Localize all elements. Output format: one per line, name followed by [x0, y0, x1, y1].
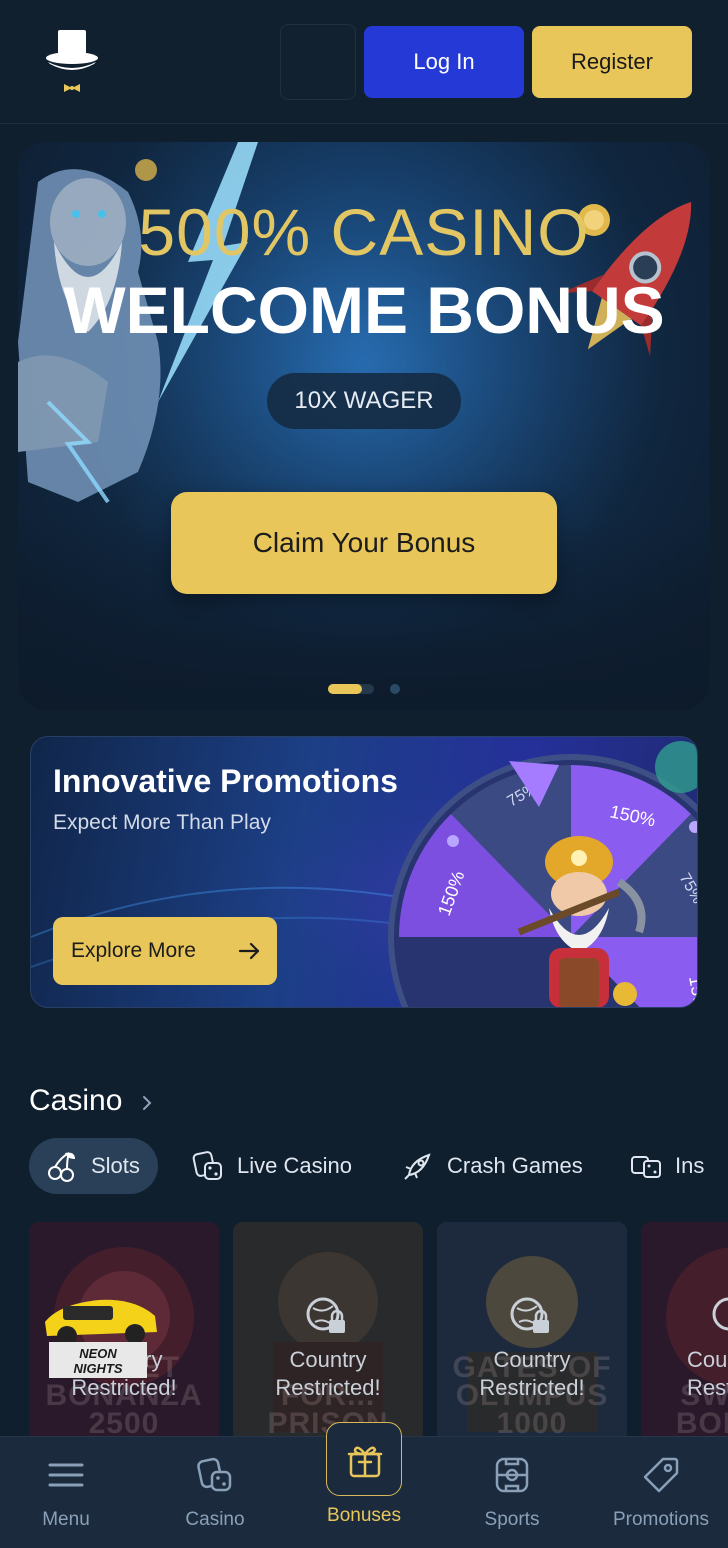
tab-instant[interactable]: Ins	[629, 1138, 704, 1194]
nav-menu[interactable]: Menu	[0, 1437, 136, 1548]
register-button[interactable]: Register	[532, 26, 692, 98]
welcome-bonus-banner[interactable]: 500% CASINO WELCOME BONUS 10X WAGER Clai…	[18, 142, 710, 710]
promo-subtitle: Expect More Than Play	[53, 811, 271, 834]
nav-bonuses-label: Bonuses	[327, 1505, 401, 1526]
rocket-icon	[404, 1153, 431, 1180]
tab-live-casino[interactable]: Live Casino	[191, 1138, 352, 1194]
wager-badge: 10X WAGER	[267, 373, 461, 429]
arrow-right-icon	[238, 942, 260, 960]
nav-casino-label: Casino	[185, 1509, 245, 1530]
explore-more-button[interactable]: Explore More	[53, 917, 277, 985]
restricted-line1: Country	[493, 1347, 571, 1372]
globe-lock-icon	[306, 1297, 345, 1333]
restricted-line2: Restricted!	[275, 1375, 381, 1400]
hamburger-icon	[48, 1463, 84, 1487]
casino-category-tabs: Slots Live Casino Crash Games Ins	[29, 1138, 728, 1194]
dice-card-icon	[192, 1151, 222, 1180]
restricted-label: Country Restricted!	[437, 1346, 627, 1402]
nav-sports[interactable]: Sports	[442, 1437, 582, 1548]
tab-slots[interactable]: Slots	[29, 1138, 158, 1194]
carousel-dots	[18, 682, 710, 696]
dice-icon	[631, 1156, 661, 1178]
innovative-promotions-card[interactable]: 150% 75% 150% 75% 150% Innovative Promot…	[30, 736, 698, 1008]
restricted-line1: Country	[289, 1347, 367, 1372]
tab-instant-label: Ins	[675, 1153, 705, 1178]
tab-crash-games-label: Crash Games	[447, 1153, 583, 1178]
top-hat-logo-icon[interactable]	[44, 26, 100, 98]
globe-lock-icon	[510, 1297, 549, 1333]
top-header: Log In Register	[0, 0, 728, 124]
explore-more-label: Explore More	[71, 939, 196, 962]
carousel-dot-1-active[interactable]	[328, 684, 362, 694]
hero-title-line2: WELCOME BONUS	[63, 273, 665, 347]
claim-bonus-button[interactable]: Claim Your Bonus	[171, 492, 557, 594]
gift-icon	[347, 1446, 383, 1478]
cherries-icon	[48, 1152, 75, 1182]
nav-casino[interactable]: Casino	[145, 1437, 285, 1548]
globe-lock-icon	[712, 1297, 728, 1331]
header-placeholder-button[interactable]	[280, 24, 356, 100]
restricted-label: Country Restricted!	[233, 1346, 423, 1402]
tab-live-casino-label: Live Casino	[237, 1153, 352, 1178]
nav-menu-label: Menu	[42, 1509, 90, 1530]
neon-nights-promo-badge: NEON NIGHTS	[45, 1299, 157, 1378]
restricted-line2: Restr	[687, 1375, 728, 1400]
tag-icon	[643, 1457, 679, 1493]
tab-crash-games[interactable]: Crash Games	[401, 1138, 583, 1194]
carousel-dot-2[interactable]	[390, 684, 400, 694]
nav-promotions-label: Promotions	[612, 1509, 710, 1530]
restricted-label: Cou Restr	[641, 1346, 728, 1402]
restricted-line1: Cou	[687, 1347, 728, 1372]
promo-title: Innovative Promotions	[53, 763, 398, 799]
game-card-sweet-bonanza[interactable]: SWEET BONANZA 2500 Country Restricted! N…	[29, 1222, 219, 1442]
casino-games-row: SWEET BONANZA 2500 Country Restricted! N…	[29, 1222, 728, 1442]
restricted-line2: Restricted!	[479, 1375, 585, 1400]
svg-text:NEON: NEON	[79, 1346, 117, 1361]
casino-section-heading[interactable]: Casino	[29, 1084, 122, 1118]
nav-bonuses[interactable]	[326, 1422, 402, 1496]
game-card-gates-of-olympus[interactable]: GATES OF OLYMPUS 1000 Country Restricted…	[437, 1222, 627, 1442]
tab-slots-label: Slots	[91, 1153, 140, 1178]
hero-title-line1: 500% CASINO	[138, 195, 590, 269]
nav-sports-label: Sports	[484, 1509, 540, 1530]
dice-card-icon	[197, 1457, 232, 1492]
chevron-right-icon[interactable]	[140, 1094, 154, 1112]
svg-text:NIGHTS: NIGHTS	[73, 1361, 122, 1376]
game-card-sweet-bonanza-2[interactable]: SWEET BONA... Cou Restr	[641, 1222, 728, 1442]
login-button[interactable]: Log In	[364, 26, 524, 98]
field-icon	[495, 1457, 529, 1493]
game-card-prison[interactable]: FOR... PRISON Country Restricted!	[233, 1222, 423, 1442]
nav-promotions[interactable]: Promotions	[591, 1437, 728, 1548]
